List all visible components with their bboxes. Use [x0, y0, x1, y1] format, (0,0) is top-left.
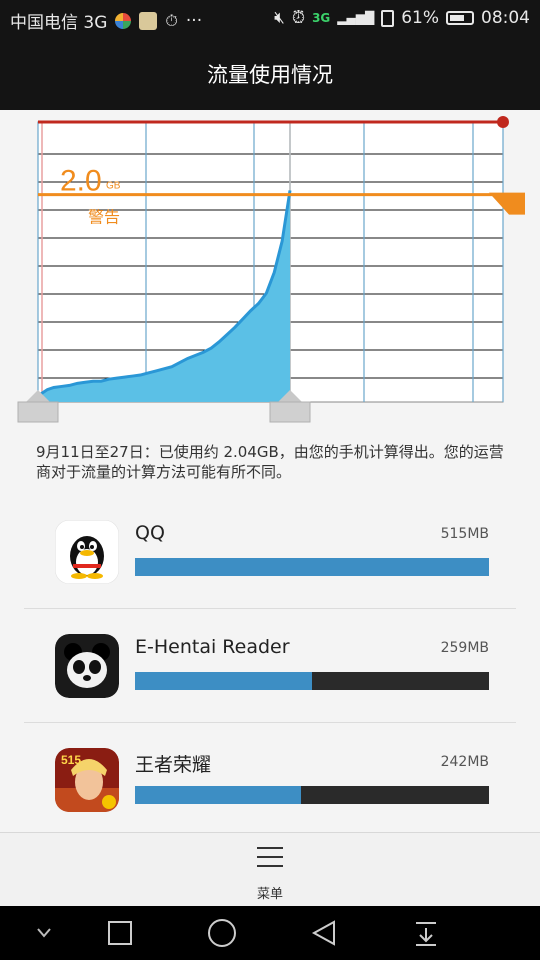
navigation-bar — [0, 906, 540, 960]
panda-icon — [55, 634, 119, 698]
svg-text:515: 515 — [61, 753, 81, 767]
app-data-size: 515MB — [440, 526, 489, 542]
status-bar: 中国电信 3G ⏱ ··· 🔇︎ ⏰︎ 3G ▂▄▆█ 61% 08:04 — [0, 0, 540, 38]
page-title: 流量使用情况 — [207, 63, 333, 87]
app-name: E-Hentai Reader — [135, 636, 290, 658]
menu-icon[interactable] — [257, 847, 283, 869]
menu-bar[interactable]: 菜单 — [0, 832, 540, 907]
limit-value-label: 2.0 — [60, 165, 102, 198]
app-usage-row[interactable]: 515 王者荣耀 242MB — [24, 738, 516, 832]
app-data-size: 259MB — [440, 640, 489, 656]
mute-icon: 🔇︎ — [274, 8, 285, 28]
sim-icon — [381, 9, 395, 27]
notification-pull-icon[interactable] — [396, 906, 456, 960]
battery-icon — [446, 11, 474, 25]
alarm-icon: ⏰︎ — [291, 8, 306, 28]
clock: 08:04 — [481, 8, 530, 28]
alarm-clock-icon: ⏱ — [165, 10, 178, 30]
content-area: 2.0 GB 警告 9月11日至27日：已使用约 2.04GB，由您的手机计算得… — [0, 110, 540, 832]
app-name: 王者荣耀 — [135, 754, 212, 776]
app-name: QQ — [135, 522, 165, 544]
list-divider — [24, 722, 516, 723]
battery-percent: 61% — [401, 8, 439, 28]
usage-bar — [135, 672, 489, 690]
menu-label: 菜单 — [256, 887, 283, 902]
limit-line-handle — [497, 116, 509, 128]
carrier-text: 中国电信 3G — [10, 13, 108, 33]
warning-label: 警告 — [88, 208, 120, 227]
usage-bar — [135, 558, 489, 576]
recent-apps-icon[interactable] — [90, 906, 150, 960]
network-badge: 3G — [312, 11, 331, 25]
handle-body — [17, 401, 59, 423]
home-icon[interactable] — [192, 906, 252, 960]
signal-icon: ▂▄▆█ — [337, 11, 375, 25]
usage-bar-fill — [135, 786, 302, 804]
usage-bar-fill — [135, 672, 312, 690]
app-badge-icon — [139, 11, 158, 30]
qq-penguin-icon — [55, 520, 119, 584]
usage-bar — [135, 786, 489, 804]
back-icon[interactable] — [294, 906, 354, 960]
chevron-down-icon[interactable] — [14, 906, 74, 960]
usage-chart: 2.0 GB 警告 — [17, 116, 525, 423]
app-usage-row[interactable]: QQ 515MB — [24, 510, 516, 624]
limit-unit-label: GB — [106, 181, 121, 192]
title-bar: 流量使用情况 — [0, 38, 540, 110]
more-icon: ··· — [185, 10, 203, 31]
list-divider — [24, 608, 516, 609]
usage-summary: 9月11日至27日：已使用约 2.04GB，由您的手机计算得出。您的运营商对于流… — [36, 443, 504, 481]
app-data-size: 242MB — [440, 754, 489, 770]
handle-body — [269, 401, 311, 423]
game-hero-icon: 515 — [55, 748, 119, 812]
app-usage-row[interactable]: E-Hentai Reader 259MB — [24, 624, 516, 738]
usage-bar-fill — [135, 558, 489, 576]
sync-icon — [115, 12, 132, 29]
